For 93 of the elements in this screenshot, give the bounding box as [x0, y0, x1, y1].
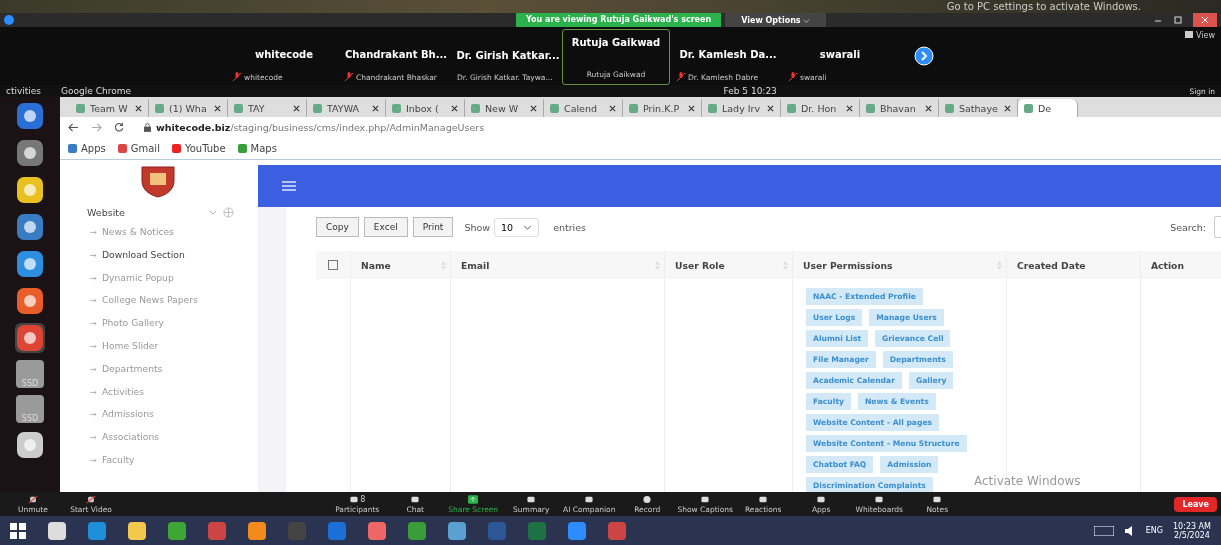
- show-label: Show: [464, 221, 491, 233]
- sidebar-item[interactable]: Download Section: [87, 248, 258, 272]
- search-field[interactable]: [1214, 216, 1221, 238]
- bookmark[interactable]: YouTube: [171, 142, 226, 154]
- select-all-checkbox[interactable]: [328, 260, 338, 270]
- close-icon[interactable]: [767, 104, 774, 112]
- browser-tab[interactable]: Prin.K.P: [623, 99, 702, 117]
- address-bar[interactable]: whitecode.biz/staging/business/cms/index.php/AdminManageUsers: [136, 121, 493, 133]
- arrow-icon: [90, 230, 97, 235]
- browser-tab[interactable]: Team W: [70, 99, 149, 117]
- grid-icon: [1185, 31, 1194, 38]
- search-label: Search:: [1170, 221, 1206, 233]
- close-icon[interactable]: [451, 104, 458, 112]
- arrow-icon: [90, 366, 97, 372]
- close-icon[interactable]: [609, 104, 616, 112]
- arrow-icon: [90, 252, 97, 258]
- column-header[interactable]: Email: [450, 251, 664, 279]
- entries-label: entries: [553, 221, 587, 233]
- section-heading[interactable]: Website: [87, 207, 125, 218]
- arrow-icon: [90, 321, 97, 327]
- record-icon: [642, 495, 653, 504]
- clock[interactable]: Feb 5 10:23: [723, 86, 777, 96]
- arrow-icon: [90, 412, 97, 418]
- export-button[interactable]: Print: [412, 217, 454, 237]
- arrow-icon: [90, 275, 97, 281]
- bookmark[interactable]: Maps: [237, 142, 277, 154]
- taskbar-clock[interactable]: 10:23 AM 2/5/2024: [1173, 521, 1211, 540]
- menu-icon[interactable]: [282, 181, 296, 191]
- globe-icon: [223, 207, 234, 218]
- activation-notice: Go to PC settings to activate Windows.: [946, 0, 1141, 13]
- participant-count: 8: [360, 495, 366, 504]
- export-button[interactable]: Excel: [363, 217, 408, 237]
- close-icon[interactable]: [1193, 13, 1217, 27]
- close-icon[interactable]: [530, 104, 537, 112]
- share-screen-icon: [468, 495, 479, 504]
- arrow-icon: [90, 389, 97, 395]
- reload-icon[interactable]: [114, 122, 124, 132]
- column-header[interactable]: Name: [350, 251, 450, 279]
- activation-notice: Activate Windows: [974, 474, 1081, 488]
- participant-name: Chandrakant Bh...: [343, 49, 449, 60]
- bookmark[interactable]: Gmail: [117, 142, 160, 154]
- column-header[interactable]: User Permissions: [792, 251, 1006, 279]
- browser-tab[interactable]: De: [1018, 99, 1078, 117]
- column-header[interactable]: Action: [1140, 251, 1221, 279]
- lock-icon: [144, 122, 151, 132]
- browser-tab[interactable]: Inbox (: [386, 99, 465, 117]
- video-off-icon: [86, 495, 96, 504]
- browser-tab[interactable]: TAYWA: [307, 99, 386, 117]
- participant-name: Rutuja Gaikwad: [571, 37, 661, 48]
- back-icon[interactable]: [68, 122, 79, 132]
- view-button[interactable]: View: [1185, 31, 1215, 40]
- browser-tab[interactable]: Dr. Hon: [781, 99, 860, 117]
- close-icon[interactable]: [925, 104, 932, 112]
- close-icon[interactable]: [214, 104, 221, 112]
- browser-tab[interactable]: Bhavan: [860, 99, 939, 117]
- arrow-icon: [90, 435, 97, 441]
- maximize-icon[interactable]: [1173, 15, 1183, 25]
- keyboard-icon[interactable]: [1093, 525, 1114, 536]
- browser-tab[interactable]: (1) Wha: [149, 99, 228, 117]
- browser-tab[interactable]: TAY: [228, 99, 307, 117]
- export-button[interactable]: Copy: [316, 217, 359, 237]
- entries-select[interactable]: 10: [494, 217, 540, 237]
- participant-name: whitecode: [253, 49, 315, 60]
- app-menu[interactable]: Google Chrome: [61, 86, 131, 96]
- zoom-logo-icon: [4, 15, 14, 25]
- arrow-icon: [90, 298, 97, 304]
- windows-logo-icon[interactable]: [10, 522, 26, 539]
- activities-button[interactable]: ctivities: [6, 86, 42, 96]
- caret-icon: [803, 18, 811, 23]
- next-page-icon[interactable]: [914, 46, 934, 66]
- close-icon[interactable]: [135, 104, 142, 112]
- close-icon[interactable]: [846, 104, 853, 112]
- browser-tab[interactable]: New W: [465, 99, 544, 117]
- language-indicator[interactable]: ENG: [1145, 526, 1163, 535]
- bookmark[interactable]: Apps: [68, 142, 106, 154]
- view-options-button[interactable]: View Options: [725, 13, 827, 27]
- participant-name: Dr. Kamlesh Da...: [678, 49, 778, 60]
- arrow-icon: [90, 457, 97, 463]
- browser-tab[interactable]: Lady Irv: [702, 99, 781, 117]
- participant-name: Dr. Girish Katkar...: [455, 50, 561, 61]
- column-header[interactable]: User Role: [664, 251, 792, 279]
- close-icon[interactable]: [688, 104, 695, 112]
- arrow-icon: [90, 344, 97, 349]
- browser-tab[interactable]: Calend: [544, 99, 623, 117]
- mic-off-icon: [28, 495, 38, 504]
- sharing-banner: You are viewing Rutuja Gaikwad's screen: [516, 13, 722, 27]
- participant-name: swarali: [818, 49, 862, 60]
- close-icon[interactable]: [372, 104, 379, 112]
- close-icon[interactable]: [1004, 104, 1011, 112]
- close-icon[interactable]: [293, 104, 300, 112]
- leave-button[interactable]: Leave: [1174, 496, 1217, 512]
- column-header[interactable]: Created Date: [1006, 251, 1140, 279]
- chevron-icon: [523, 224, 533, 230]
